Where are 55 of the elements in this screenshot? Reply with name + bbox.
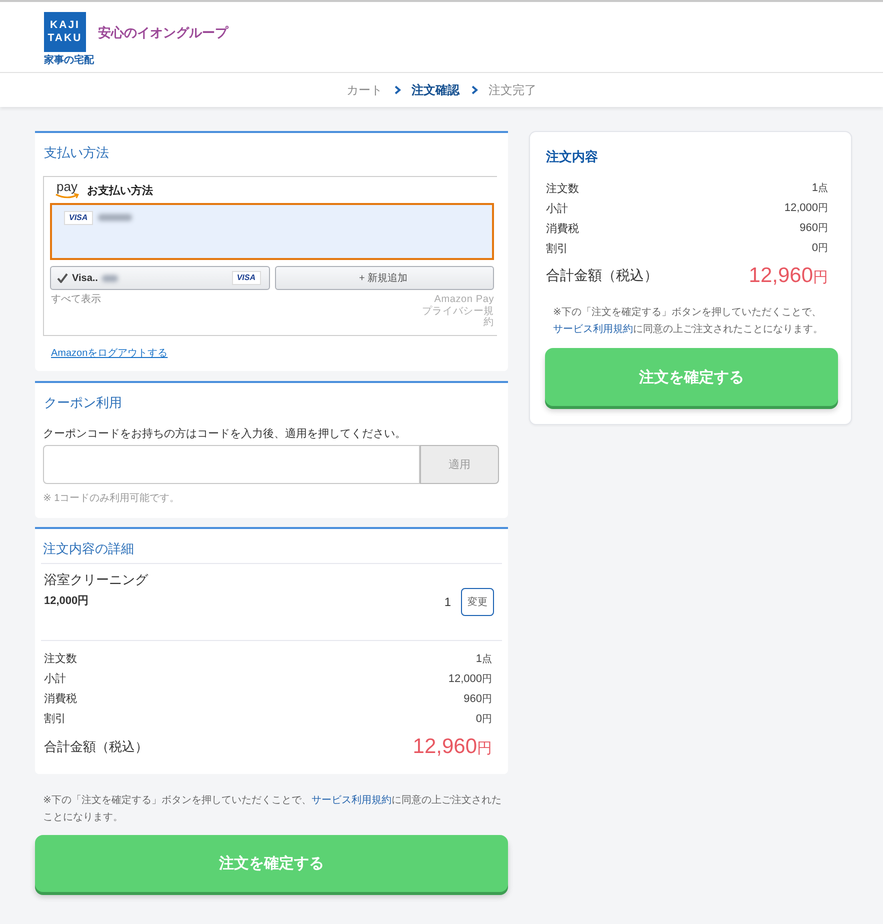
add-payment-button[interactable]: + 新規追加 bbox=[274, 266, 494, 290]
terms-note: ※下の「注文を確定する」ボタンを押していただくことで、 サービス利用規約に同意の上ご注文されたことになります。 bbox=[552, 306, 824, 337]
show-all-link[interactable]: すべて表示 bbox=[50, 294, 101, 306]
coupon-code-field[interactable] bbox=[43, 444, 420, 484]
logout-link[interactable]: Amazonをログアウトする bbox=[51, 346, 168, 360]
logo-caption: 家事の宅配 bbox=[44, 55, 94, 67]
summary-value: 0円 bbox=[812, 241, 828, 255]
item-quantity: 1 bbox=[444, 594, 451, 608]
smile-arrow-icon bbox=[55, 193, 79, 200]
total-amount: 12,960円 bbox=[412, 734, 492, 758]
summary-label: 消費税 bbox=[44, 692, 77, 706]
terms-link[interactable]: サービス利用規約 bbox=[553, 324, 633, 335]
breadcrumb-step: 注文完了 bbox=[488, 82, 536, 98]
brand-logo: KAJI TAKU bbox=[44, 12, 86, 52]
item-price: 12,000円 bbox=[44, 594, 90, 608]
blurred-text bbox=[102, 274, 118, 282]
summary-value: 960円 bbox=[464, 692, 492, 706]
summary-value: 12,000円 bbox=[448, 672, 492, 686]
card-brand-badge: VISA bbox=[232, 271, 260, 285]
total-amount: 12,960円 bbox=[748, 264, 828, 288]
total-label: 合計金額（税込） bbox=[546, 267, 658, 285]
summary-label: 割引 bbox=[44, 712, 66, 726]
summary-value: 1点 bbox=[476, 652, 492, 666]
summary-label: 小計 bbox=[546, 202, 568, 216]
blurred-text bbox=[98, 214, 132, 221]
coupon-note: ※ 1コードのみ利用可能です。 bbox=[43, 492, 181, 506]
breadcrumb-step: 注文確認 bbox=[412, 82, 460, 98]
summary-label: 小計 bbox=[44, 672, 66, 686]
summary-title: 注文内容 bbox=[545, 148, 599, 166]
summary-value: 0円 bbox=[476, 712, 492, 726]
selected-card[interactable]: VISA bbox=[50, 203, 494, 260]
coupon-instructions: クーポンコードをお持ちの方はコードを入力後、適用を押してください。 bbox=[43, 426, 407, 442]
summary-value: 1点 bbox=[812, 181, 828, 195]
chevron-right-icon bbox=[470, 85, 478, 95]
section-title: 支払い方法 bbox=[43, 144, 110, 162]
total-label: 合計金額（税込） bbox=[44, 738, 148, 756]
summary-value: 960円 bbox=[800, 221, 828, 235]
terms-note: ※下の「注文を確定する」ボタンを押していただくことで、サービス利用規約に同意の上ご注文されたことになります。 bbox=[42, 794, 502, 824]
card-brand-badge: VISA bbox=[64, 211, 93, 225]
tagline: 安心のイオングループ bbox=[98, 25, 228, 41]
summary-label: 注文数 bbox=[546, 182, 579, 196]
summary-value: 12,000円 bbox=[784, 201, 828, 215]
widget-heading: お支払い方法 bbox=[87, 184, 153, 198]
summary-label: 割引 bbox=[546, 242, 568, 256]
breadcrumb-step: カート bbox=[346, 82, 382, 98]
section-title: クーポン利用 bbox=[43, 394, 123, 412]
terms-link[interactable]: サービス利用規約 bbox=[311, 794, 392, 806]
chevron-right-icon bbox=[394, 85, 400, 95]
change-button[interactable]: 変更 bbox=[461, 588, 494, 616]
brand-text: pay bbox=[56, 179, 78, 194]
section-title: 注文内容の詳細 bbox=[41, 528, 502, 564]
card-picker-button[interactable]: Visa.. VISA bbox=[50, 266, 270, 290]
item-name: 浴室クリーニング bbox=[44, 570, 148, 588]
summary-label: 注文数 bbox=[44, 652, 77, 666]
summary-label: 消費税 bbox=[546, 222, 579, 236]
